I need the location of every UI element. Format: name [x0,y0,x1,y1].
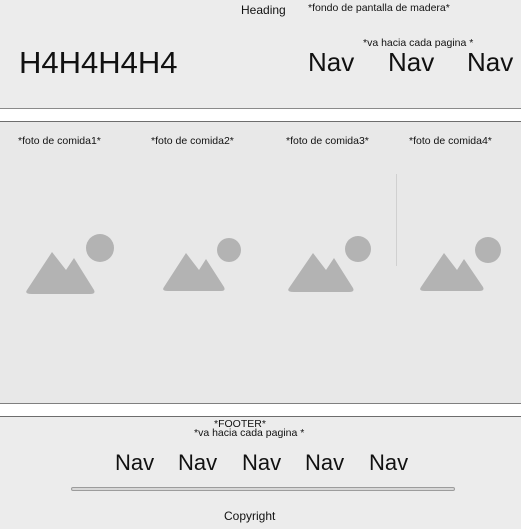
column-divider [396,174,397,266]
footer-nav-link-2[interactable]: Nav [178,450,217,476]
image-placeholder-icon[interactable] [286,232,376,294]
section-gap [0,405,521,417]
footer-nav-link-1[interactable]: Nav [115,450,154,476]
page-title: H4H4H4H4 [19,45,178,80]
wood-background-note: *fondo de pantalla de madera* [308,2,450,14]
photo-caption-2: *foto de comida2* [151,135,234,147]
copyright-text: Copyright [224,509,276,523]
header-heading: Heading [241,3,286,17]
footer-divider [71,487,455,491]
image-placeholder-icon[interactable] [24,230,118,296]
nav-link-3[interactable]: Nav [467,47,513,78]
footer-nav-link-3[interactable]: Nav [242,450,281,476]
footer-nav-link-4[interactable]: Nav [305,450,344,476]
section-gap [0,109,521,122]
photo-caption-4: *foto de comida4* [409,135,492,147]
image-placeholder-icon[interactable] [161,234,245,294]
footer-nav-note: *va hacia cada pagina * [194,427,305,439]
footer-nav-link-5[interactable]: Nav [369,450,408,476]
nav-link-1[interactable]: Nav [308,47,354,78]
image-placeholder-icon[interactable] [418,234,506,294]
photo-caption-3: *foto de comida3* [286,135,369,147]
photo-caption-1: *foto de comida1* [18,135,101,147]
nav-link-2[interactable]: Nav [388,47,434,78]
